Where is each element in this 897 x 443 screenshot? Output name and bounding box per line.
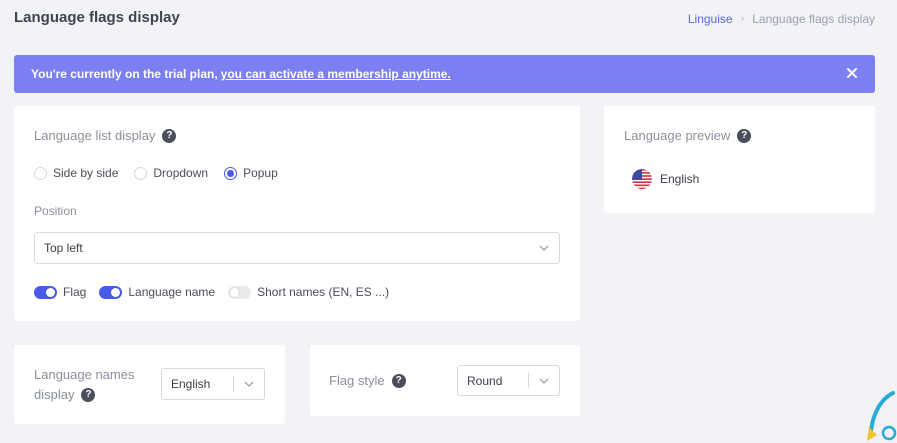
trial-banner: You're currently on the trial plan, you …	[14, 55, 875, 93]
flag-style-title: Flag style	[329, 373, 385, 388]
toggle-switch-on-icon	[34, 285, 57, 299]
help-icon[interactable]: ?	[162, 128, 177, 143]
toggle-label: Short names (EN, ES ...)	[257, 285, 390, 299]
us-flag-icon	[632, 169, 652, 189]
position-select-value: Top left	[44, 241, 83, 255]
toggle-switch-on-icon	[99, 285, 123, 299]
language-list-display-label: Language list display ?	[34, 128, 177, 143]
language-preview-card: Language preview ? English	[604, 106, 875, 213]
banner-text: You're currently on the trial plan,	[31, 67, 218, 81]
help-icon[interactable]: ?	[737, 128, 752, 143]
language-list-display-title: Language list display	[34, 128, 156, 143]
position-label: Position	[34, 204, 77, 218]
chevron-down-icon	[539, 245, 549, 251]
toggle-switch-off-icon	[228, 285, 252, 299]
radio-dropdown[interactable]: Dropdown	[134, 166, 208, 180]
language-name-toggle[interactable]: Language name	[99, 285, 215, 299]
breadcrumb-current: Language flags display	[752, 12, 875, 26]
position-select[interactable]: Top left	[34, 232, 560, 264]
language-list-display-card: Language list display ? Side by side Dro…	[14, 106, 580, 321]
radio-label: Popup	[243, 166, 278, 180]
chevron-right-icon: ›	[740, 13, 745, 25]
page-title: Language flags display	[14, 9, 180, 26]
close-icon[interactable]	[845, 66, 859, 80]
radio-side-by-side[interactable]: Side by side	[34, 166, 118, 180]
chevron-down-icon	[244, 381, 254, 387]
language-names-select-value: English	[171, 377, 211, 391]
flag-toggle[interactable]: Flag	[34, 285, 86, 299]
language-preview-title: Language preview	[624, 128, 731, 143]
language-names-display-label: Language names display ?	[34, 365, 154, 405]
toggle-label: Flag	[63, 285, 87, 299]
select-divider	[233, 376, 234, 392]
toggle-label: Language name	[128, 285, 216, 299]
short-names-toggle[interactable]: Short names (EN, ES ...)	[228, 285, 389, 299]
select-divider	[528, 373, 529, 388]
help-icon[interactable]: ?	[391, 373, 406, 388]
support-badge-icon[interactable]	[863, 391, 897, 443]
chevron-down-icon	[539, 378, 549, 384]
flag-style-card: Flag style ? Round	[310, 345, 580, 416]
flag-style-select-value: Round	[467, 373, 503, 388]
radio-selected-icon	[224, 166, 238, 180]
language-names-display-card: Language names display ? English	[14, 345, 285, 424]
radio-popup[interactable]: Popup	[224, 166, 278, 180]
activate-membership-link[interactable]: you can activate a membership anytime.	[221, 67, 451, 81]
language-preview-name: English	[660, 172, 700, 186]
radio-circle-icon	[134, 166, 148, 180]
language-names-title-line2: display	[34, 387, 75, 402]
radio-label: Side by side	[53, 166, 119, 180]
breadcrumb: Linguise › Language flags display	[688, 12, 875, 26]
language-preview-item[interactable]: English	[632, 169, 699, 189]
language-preview-label: Language preview ?	[624, 128, 752, 143]
language-names-select[interactable]: English	[161, 368, 265, 400]
toggle-group: Flag Language name Short names (EN, ES .…	[34, 285, 402, 299]
help-icon[interactable]: ?	[81, 388, 96, 402]
radio-label: Dropdown	[153, 166, 209, 180]
display-mode-radio-group: Side by side Dropdown Popup	[34, 166, 284, 180]
breadcrumb-root-link[interactable]: Linguise	[688, 12, 733, 26]
language-names-title-line1: Language names	[34, 367, 135, 382]
flag-style-select[interactable]: Round	[457, 365, 560, 396]
flag-style-label: Flag style ?	[329, 373, 406, 388]
radio-circle-icon	[34, 166, 47, 180]
